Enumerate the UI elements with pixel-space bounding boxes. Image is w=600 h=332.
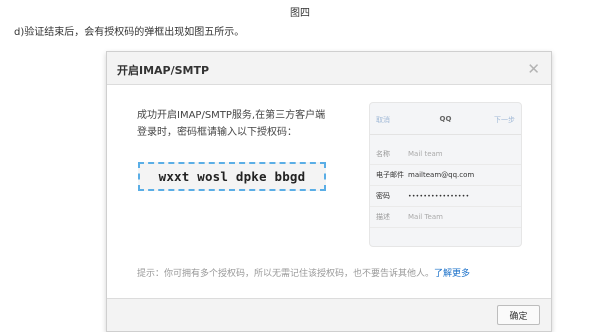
phone-next-label: 下一步 [494, 116, 515, 124]
dialog-header: 开启IMAP/SMTP ✕ [107, 52, 551, 85]
phone-row-label: 电子邮件 [376, 171, 404, 179]
phone-form: 名称 Mail team 电子邮件 mailteam@qq.com 密码 •••… [370, 144, 521, 228]
description-line-1: 成功开启IMAP/SMTP服务,在第三方客户端 [137, 110, 326, 121]
phone-row-value: Mail team [408, 150, 443, 158]
phone-row-password: 密码 •••••••••••••••• [370, 186, 521, 207]
phone-row-label: 名称 [376, 150, 390, 158]
phone-row-value: Mail Team [408, 213, 443, 221]
dialog-description: 成功开启IMAP/SMTP服务,在第三方客户端 登录时，密码框请输入以下授权码： [137, 107, 352, 141]
description-line-2: 登录时，密码框请输入以下授权码： [137, 127, 297, 138]
phone-preview: 取消 QQ 下一步 名称 Mail team 电子邮件 mailteam@qq.… [369, 102, 522, 247]
phone-row-label: 密码 [376, 192, 390, 200]
instruction-text: d)验证结束后，会有授权码的弹框出现如图五所示。 [14, 27, 245, 38]
dialog-footer: 确定 [107, 298, 551, 331]
auth-code-dialog: 开启IMAP/SMTP ✕ 成功开启IMAP/SMTP服务,在第三方客户端 登录… [106, 51, 552, 332]
phone-row-email: 电子邮件 mailteam@qq.com [370, 165, 521, 186]
phone-row-value: •••••••••••••••• [408, 192, 470, 200]
figure-caption: 图四 [290, 8, 310, 19]
ok-button[interactable]: 确定 [497, 305, 540, 325]
auth-code-box[interactable]: wxxt wosl dpke bbgd [138, 162, 326, 191]
close-icon[interactable]: ✕ [527, 60, 540, 78]
phone-nav-bar: 取消 QQ 下一步 [370, 103, 521, 135]
dialog-title: 开启IMAP/SMTP [117, 64, 210, 77]
phone-row-description: 描述 Mail Team [370, 207, 521, 228]
phone-row-name: 名称 Mail team [370, 144, 521, 165]
learn-more-link[interactable]: 了解更多 [434, 269, 470, 279]
phone-row-value: mailteam@qq.com [408, 171, 475, 179]
hint-text-container: 提示：你可拥有多个授权码，所以无需记住该授权码，也不要告诉其他人。了解更多 [137, 266, 470, 279]
phone-row-label: 描述 [376, 213, 390, 221]
auth-code[interactable]: wxxt wosl dpke bbgd [159, 169, 306, 184]
hint-text: 提示：你可拥有多个授权码，所以无需记住该授权码，也不要告诉其他人。 [137, 269, 435, 279]
